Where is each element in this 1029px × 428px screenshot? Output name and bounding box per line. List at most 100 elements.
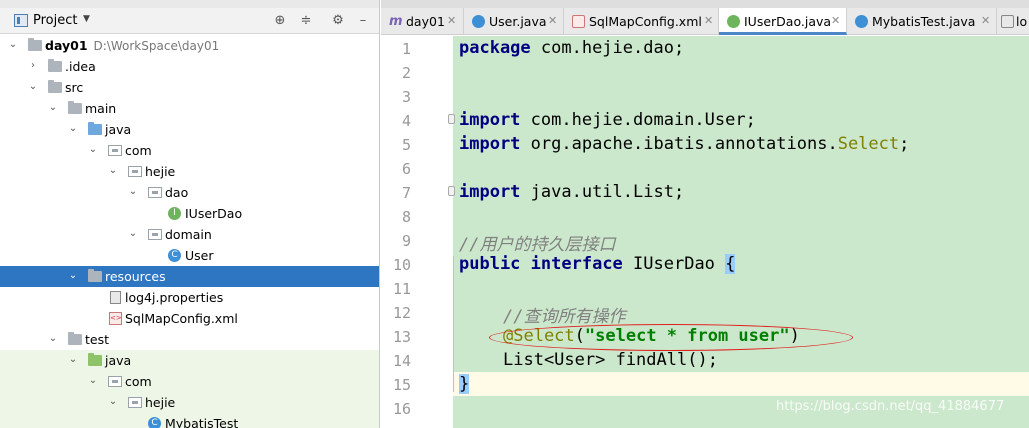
tree-item-log4j[interactable]: log4j.properties — [0, 287, 379, 308]
tree-item-label: hejie — [145, 395, 176, 410]
line-number: 9 — [401, 232, 411, 250]
tree-item-label: main — [85, 101, 117, 116]
tree-item-test-java[interactable]: ⌄ java — [0, 350, 379, 371]
code-line-9-comment: //用户的持久层接口 — [459, 235, 616, 255]
editor-tabbar: m day01 ✕ User.java ✕ SqlMapConfig.xml ✕… — [381, 8, 1029, 35]
tree-item-day01[interactable]: ⌄ day01 D:\WorkSpace\day01 — [0, 35, 379, 56]
line-number: 4 — [401, 112, 411, 130]
chevron-down-icon[interactable]: ⌄ — [128, 186, 138, 197]
chevron-down-icon[interactable]: ⌄ — [88, 375, 98, 386]
tree-item-iuserdao[interactable]: I IUserDao — [0, 203, 379, 224]
locate-icon[interactable]: ⊕ — [271, 12, 289, 30]
tree-item-java[interactable]: ⌄ java — [0, 119, 379, 140]
tree-item-test-com[interactable]: ⌄ com — [0, 371, 379, 392]
chevron-down-icon[interactable]: ⌄ — [108, 396, 118, 407]
tree-item-label: User — [185, 248, 214, 263]
module-folder-icon — [28, 38, 42, 51]
tree-item-mybatistest[interactable]: C MybatisTest — [0, 413, 379, 428]
class-icon: C — [168, 249, 181, 262]
indent-guide — [453, 256, 454, 392]
package-icon — [128, 397, 142, 408]
tree-item-com[interactable]: ⌄ com — [0, 140, 379, 161]
chevron-down-icon[interactable]: ⌄ — [8, 39, 18, 50]
gear-icon[interactable]: ⚙ — [329, 12, 347, 30]
folder-icon — [48, 59, 62, 72]
line-number: 7 — [401, 184, 411, 202]
line-number: 8 — [401, 208, 411, 226]
code-text: org.apache.ibatis.annotations. — [520, 134, 838, 154]
minimize-icon[interactable]: – — [354, 12, 372, 30]
close-icon[interactable]: ✕ — [704, 14, 713, 27]
tree-item-label: dao — [165, 185, 189, 200]
tree-item-idea[interactable]: › .idea — [0, 56, 379, 77]
chevron-down-icon[interactable]: ⌄ — [88, 144, 98, 155]
tab-sqlmapconfig[interactable]: SqlMapConfig.xml ✕ — [564, 8, 719, 35]
tree-item-label: hejie — [145, 164, 176, 179]
chevron-down-icon[interactable]: ⌄ — [48, 333, 58, 344]
package-icon — [148, 229, 162, 240]
tree-item-domain[interactable]: ⌄ domain — [0, 224, 379, 245]
tree-item-sqlmapconfig[interactable]: <> SqlMapConfig.xml — [0, 308, 379, 329]
project-path: D:\WorkSpace\day01 — [93, 39, 220, 53]
code-line-15: } — [459, 374, 470, 394]
properties-file-icon — [110, 291, 121, 304]
tree-item-resources[interactable]: ⌄ resources — [0, 266, 379, 287]
tree-item-hejie[interactable]: ⌄ hejie — [0, 161, 379, 182]
tree-item-label: log4j.properties — [125, 290, 224, 305]
package-icon — [108, 376, 122, 387]
tree-item-label: domain — [165, 227, 212, 242]
tree-item-test[interactable]: ⌄ test — [0, 329, 379, 350]
tab-iuserdao[interactable]: IUserDao.java ✕ — [719, 8, 847, 35]
tab-lo[interactable]: lo — [997, 8, 1029, 35]
fold-marker-icon[interactable] — [448, 186, 455, 196]
file-icon — [1001, 15, 1014, 28]
watermark: https://blog.csdn.net/qq_41884677 — [776, 399, 1005, 414]
tab-day01[interactable]: m day01 ✕ — [381, 8, 464, 35]
close-icon[interactable]: ✕ — [447, 14, 456, 27]
line-number: 3 — [401, 88, 411, 106]
line-number: 12 — [392, 304, 411, 322]
project-panel: Project ▼ ⊕ ≑ ⚙ – ⌄ day01 D:\WorkSpace\da… — [0, 0, 380, 428]
tree-item-src[interactable]: ⌄ src — [0, 77, 379, 98]
package-icon — [128, 166, 142, 177]
line-number: 16 — [392, 400, 411, 418]
chevron-down-icon[interactable]: ⌄ — [128, 228, 138, 239]
tree-item-label: com — [125, 143, 152, 158]
chevron-down-icon[interactable]: ⌄ — [28, 81, 38, 92]
chevron-down-icon[interactable]: ⌄ — [48, 102, 58, 113]
tree-item-dao[interactable]: ⌄ dao — [0, 182, 379, 203]
code-line-7: import java.util.List; — [459, 182, 684, 202]
folder-icon — [68, 101, 82, 114]
collapse-icon[interactable]: ≑ — [297, 12, 315, 30]
tree-item-main[interactable]: ⌄ main — [0, 98, 379, 119]
chevron-down-icon[interactable]: ⌄ — [108, 165, 118, 176]
tree-item-user[interactable]: C User — [0, 245, 379, 266]
editor-top-strip — [381, 0, 1029, 8]
line-number: 1 — [401, 40, 411, 58]
fold-marker-icon[interactable] — [448, 114, 455, 124]
close-icon[interactable]: ✕ — [548, 14, 557, 27]
code-line-1: package com.hejie.dao; — [459, 38, 684, 58]
tab-user-java[interactable]: User.java ✕ — [464, 8, 564, 35]
tree-item-test-hejie[interactable]: ⌄ hejie — [0, 392, 379, 413]
tab-label: SqlMapConfig.xml — [589, 14, 702, 29]
chevron-down-icon[interactable]: ▼ — [83, 14, 90, 24]
class-icon: C — [148, 417, 161, 428]
close-icon[interactable]: ✕ — [981, 14, 990, 27]
chevron-down-icon[interactable]: ⌄ — [68, 123, 78, 134]
tree-item-label: src — [65, 80, 84, 95]
class-icon — [855, 15, 868, 28]
tree-item-label: java — [105, 122, 132, 137]
tab-mybatistest[interactable]: MybatisTest.java ✕ — [847, 8, 997, 35]
brace-highlight: } — [459, 374, 470, 394]
folder-icon — [68, 332, 82, 345]
code-text: com.hejie.dao; — [530, 38, 685, 58]
chevron-down-icon[interactable]: ⌄ — [68, 354, 78, 365]
line-number: 14 — [392, 352, 411, 370]
tree-item-label: resources — [105, 269, 166, 284]
chevron-down-icon[interactable]: ⌄ — [68, 270, 78, 281]
project-view-title[interactable]: Project — [33, 13, 77, 28]
keyword: interface — [530, 254, 623, 274]
close-icon[interactable]: ✕ — [831, 14, 840, 27]
chevron-right-icon[interactable]: › — [28, 60, 38, 71]
